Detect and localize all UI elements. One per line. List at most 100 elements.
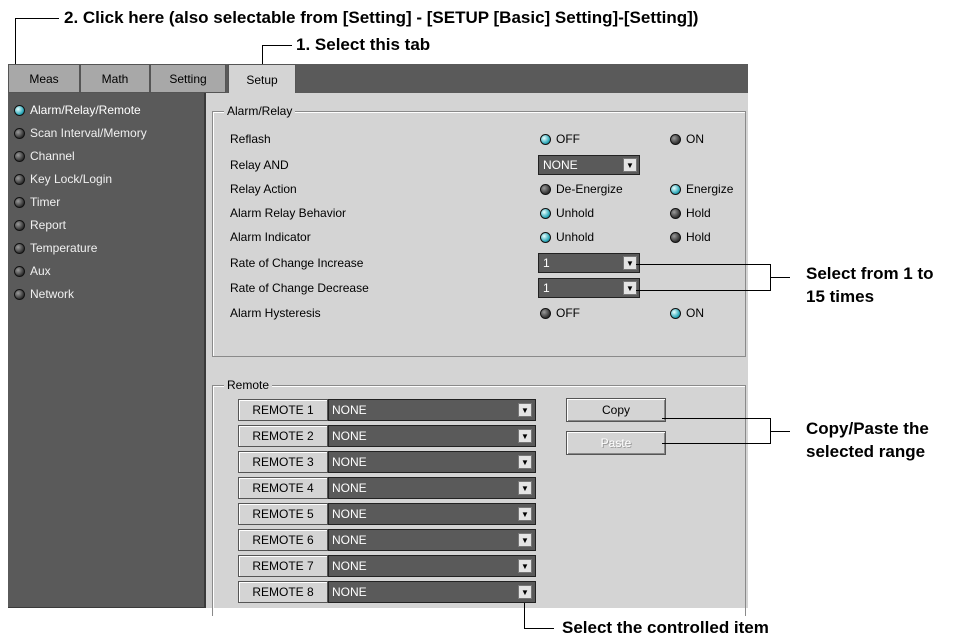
sidebar-item-aux[interactable]: Aux — [14, 260, 51, 282]
radio-led-icon — [670, 183, 681, 195]
callout-line-copy-out — [770, 431, 790, 432]
callout-select-range-line2: 15 times — [806, 287, 875, 306]
reflash-label: Reflash — [230, 132, 271, 146]
option-label: Unhold — [556, 230, 595, 244]
callout-step2: 2. Click here (also selectable from [Set… — [64, 8, 699, 27]
remote-1-select[interactable]: NONE ▼ — [328, 399, 536, 421]
remote-5-select[interactable]: NONE ▼ — [328, 503, 536, 525]
sidebar-item-timer[interactable]: Timer — [14, 191, 60, 213]
option-label: ON — [686, 306, 704, 320]
sidebar-item-label: Temperature — [30, 241, 98, 255]
option-label: Energize — [686, 182, 734, 196]
remote-title: Remote — [224, 378, 273, 392]
relay-action-energize-option[interactable]: Energize — [670, 182, 733, 196]
select-value: NONE — [332, 429, 367, 443]
radio-led-icon — [540, 207, 551, 219]
callout-line-paste — [662, 443, 770, 444]
callout-copy-paste-line2: selected range — [806, 442, 926, 461]
tab-setting[interactable]: Setting — [150, 64, 226, 93]
alarm-indicator-hold-option[interactable]: Hold — [670, 230, 711, 244]
sidebar-item-label: Aux — [30, 264, 51, 278]
rate-increase-label: Rate of Change Increase — [230, 256, 364, 270]
rate-decrease-label: Rate of Change Decrease — [230, 281, 369, 295]
tab-math[interactable]: Math — [80, 64, 150, 93]
alarm-hysteresis-on-option[interactable]: ON — [670, 306, 704, 320]
reflash-on-option[interactable]: ON — [670, 132, 704, 146]
remote-4-select[interactable]: NONE ▼ — [328, 477, 536, 499]
remote-8-label: REMOTE 8 — [238, 581, 328, 603]
sidebar-item-key-lock-login[interactable]: Key Lock/Login — [14, 168, 112, 190]
option-label: Hold — [686, 206, 711, 220]
option-label: Unhold — [556, 206, 595, 220]
radio-led-icon — [670, 207, 681, 219]
select-value: 1 — [543, 281, 550, 295]
sidebar-led-icon — [14, 150, 25, 162]
sidebar-item-network[interactable]: Network — [14, 283, 74, 305]
alarm-relay-behavior-unhold-option[interactable]: Unhold — [540, 206, 594, 220]
alarm-indicator-unhold-option[interactable]: Unhold — [540, 230, 594, 244]
rate-decrease-select[interactable]: 1 ▼ — [538, 278, 640, 298]
remote-8-select[interactable]: NONE ▼ — [328, 581, 536, 603]
callout-copy-paste-line1: Copy/Paste the — [806, 419, 929, 438]
chevron-down-icon: ▼ — [623, 158, 637, 172]
chevron-down-icon: ▼ — [518, 429, 532, 443]
copy-button[interactable]: Copy — [566, 398, 666, 422]
paste-button[interactable]: Paste — [566, 431, 666, 455]
sidebar-item-label: Report — [30, 218, 67, 232]
radio-led-icon — [540, 231, 551, 243]
remote-3-select[interactable]: NONE ▼ — [328, 451, 536, 473]
option-label: Hold — [686, 230, 711, 244]
chevron-down-icon: ▼ — [518, 403, 532, 417]
tab-meas[interactable]: Meas — [8, 64, 80, 93]
remote-6-select[interactable]: NONE ▼ — [328, 529, 536, 551]
reflash-off-option[interactable]: OFF — [540, 132, 580, 146]
remote-2-select[interactable]: NONE ▼ — [328, 425, 536, 447]
alarm-relay-title: Alarm/Relay — [224, 104, 296, 118]
alarm-hysteresis-off-option[interactable]: OFF — [540, 306, 580, 320]
radio-led-icon — [670, 307, 681, 319]
sidebar-led-icon — [14, 265, 25, 277]
sidebar-item-alarm-relay-remote[interactable]: Alarm/Relay/Remote — [14, 99, 141, 121]
remote-7-select[interactable]: NONE ▼ — [328, 555, 536, 577]
option-label: De-Energize — [556, 182, 623, 196]
chevron-down-icon: ▼ — [623, 281, 637, 295]
sidebar-led-icon — [14, 242, 25, 254]
callout-line-step2-h — [15, 18, 59, 19]
select-value: NONE — [332, 455, 367, 469]
select-value: NONE — [332, 533, 367, 547]
callout-step1: 1. Select this tab — [296, 35, 431, 54]
radio-led-icon — [670, 133, 681, 145]
rate-increase-select[interactable]: 1 ▼ — [538, 253, 640, 273]
select-value: NONE — [332, 507, 367, 521]
callout-line-copy — [662, 418, 770, 419]
relay-and-select[interactable]: NONE ▼ — [538, 155, 640, 175]
sidebar: Alarm/Relay/Remote Scan Interval/Memory … — [8, 93, 206, 608]
callout-line-rate-out — [770, 277, 790, 278]
sidebar-item-channel[interactable]: Channel — [14, 145, 75, 167]
callout-select-range-line1: Select from 1 to — [806, 264, 934, 283]
sidebar-item-scan-interval-memory[interactable]: Scan Interval/Memory — [14, 122, 147, 144]
chevron-down-icon: ▼ — [518, 507, 532, 521]
callout-line-rate-2 — [636, 290, 770, 291]
radio-led-icon — [540, 133, 551, 145]
alarm-relay-behavior-hold-option[interactable]: Hold — [670, 206, 711, 220]
remote-4-label: REMOTE 4 — [238, 477, 328, 499]
callout-select-item: Select the controlled item — [562, 618, 769, 637]
tab-setup[interactable]: Setup — [228, 64, 296, 95]
sidebar-led-icon — [14, 104, 25, 116]
radio-led-icon — [540, 183, 551, 195]
select-value: NONE — [332, 403, 367, 417]
sidebar-bottom-edge — [8, 607, 206, 608]
sidebar-item-label: Timer — [30, 195, 61, 209]
select-value: NONE — [543, 158, 578, 172]
sidebar-item-report[interactable]: Report — [14, 214, 66, 236]
relay-action-de-energize-option[interactable]: De-Energize — [540, 182, 623, 196]
sidebar-led-icon — [14, 196, 25, 208]
remote-2-label: REMOTE 2 — [238, 425, 328, 447]
remote-6-label: REMOTE 6 — [238, 529, 328, 551]
remote-7-label: REMOTE 7 — [238, 555, 328, 577]
chevron-down-icon: ▼ — [518, 533, 532, 547]
chevron-down-icon: ▼ — [518, 559, 532, 573]
sidebar-item-temperature[interactable]: Temperature — [14, 237, 97, 259]
sidebar-led-icon — [14, 219, 25, 231]
